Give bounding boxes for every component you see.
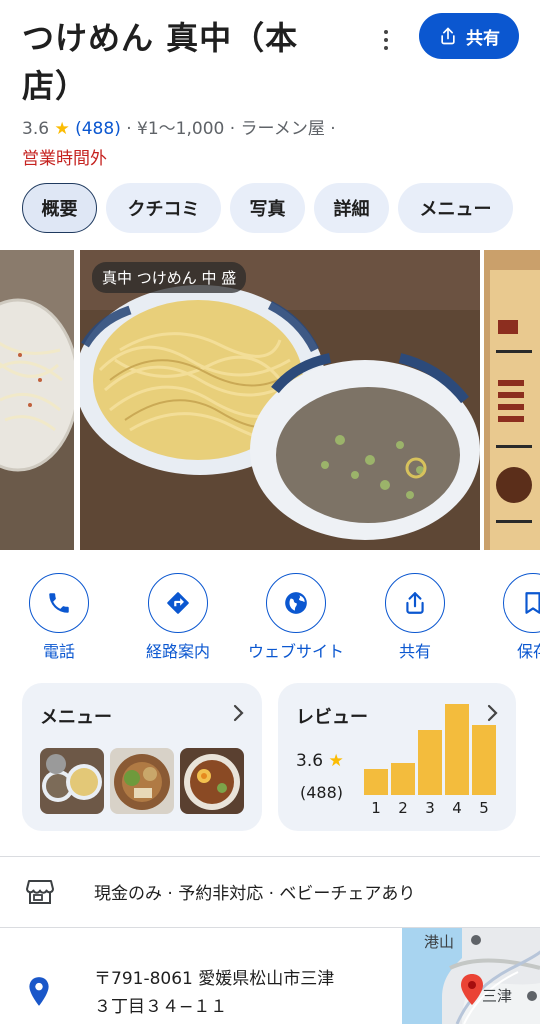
menu-thumbnail[interactable] [40, 748, 104, 814]
address-line-1: 〒791-8061 愛媛県松山市三津 [94, 969, 335, 989]
share-icon [441, 27, 455, 45]
rating-bar-label: 3 [425, 799, 435, 817]
open-status[interactable]: 営業時間外 [22, 144, 107, 169]
review-count-link[interactable]: (488) [75, 119, 121, 139]
chevron-right-icon [233, 704, 244, 722]
menu-card[interactable]: メニュー [22, 683, 262, 831]
share-button[interactable]: 共有 [419, 13, 519, 59]
place-meta: 3.6 ★ (488) · ¥1〜1,000 · ラーメン屋 · [22, 114, 336, 139]
photo-carousel[interactable]: 真中 つけめん 中 盛 [0, 250, 540, 550]
rating-bar-label: 5 [479, 799, 489, 817]
more-options-button[interactable] [372, 24, 400, 56]
storefront-icon [26, 880, 54, 904]
photo-menu-board[interactable] [484, 250, 540, 550]
rating-bar-label: 1 [371, 799, 381, 817]
photo-salad[interactable] [0, 250, 74, 550]
globe-icon [285, 592, 307, 614]
photo-tsukemen[interactable]: 真中 つけめん 中 盛 [80, 250, 480, 550]
amenities-text: 現金のみ · 予約非対応 · ベビーチェアあり [94, 884, 416, 904]
amenities-row[interactable]: 現金のみ · 予約非対応 · ベビーチェアあり [0, 857, 540, 927]
share-button-label: 共有 [466, 28, 500, 49]
map-label-top: 港山 [424, 934, 454, 951]
rating-value: 3.6 [22, 119, 50, 139]
rating-bar-4 [445, 704, 469, 795]
rating-bar-1 [364, 769, 388, 795]
rating-bar-label: 2 [398, 799, 408, 817]
website-button[interactable]: ウェブサイト [241, 573, 351, 662]
star-icon: ★ [54, 119, 70, 139]
save-button[interactable]: 保存 [478, 573, 540, 662]
tab-photos[interactable]: 写真 [230, 183, 305, 233]
rating-bar-5 [472, 725, 496, 795]
tab-menu[interactable]: メニュー [398, 183, 513, 233]
tab-bar: 概要 クチコミ 写真 詳細 メニュー [22, 183, 513, 233]
price-category: · ¥1〜1,000 · ラーメン屋 · [126, 119, 336, 139]
phone-icon [49, 593, 69, 613]
directions-button[interactable]: 経路案内 [123, 573, 233, 662]
call-button[interactable]: 電話 [4, 573, 114, 662]
map-thumbnail[interactable]: 港山 三津 [402, 928, 540, 1024]
menu-thumbnails [40, 748, 244, 814]
menu-thumbnail[interactable] [110, 748, 174, 814]
place-title: つけめん 真中（本店） [22, 19, 299, 105]
menu-thumbnail[interactable] [180, 748, 244, 814]
share-action-button[interactable]: 共有 [360, 573, 470, 662]
tab-reviews[interactable]: クチコミ [106, 183, 221, 233]
photo-caption: 真中 つけめん 中 盛 [92, 262, 247, 293]
rating-bar-3 [418, 730, 442, 795]
map-label-bottom: 三津 [482, 988, 512, 1005]
rating-bar-label: 4 [452, 799, 462, 817]
address-line-2: ３丁目３４−１１ [94, 997, 228, 1017]
share-icon [406, 592, 424, 614]
menu-card-title: メニュー [40, 707, 112, 728]
bookmark-icon [525, 592, 540, 614]
review-card[interactable]: レビュー 3.6 ★ (488) 12345 [278, 683, 516, 831]
tab-overview[interactable]: 概要 [22, 183, 97, 233]
directions-icon [167, 592, 189, 614]
more-vert-icon [384, 30, 388, 34]
rating-bar-2 [391, 763, 415, 795]
action-row: 電話 経路案内 ウェブサイト 共有 保存 [0, 573, 540, 663]
location-pin-icon [29, 977, 49, 1006]
rating-distribution: 12345 [278, 683, 516, 831]
tab-details[interactable]: 詳細 [314, 183, 389, 233]
